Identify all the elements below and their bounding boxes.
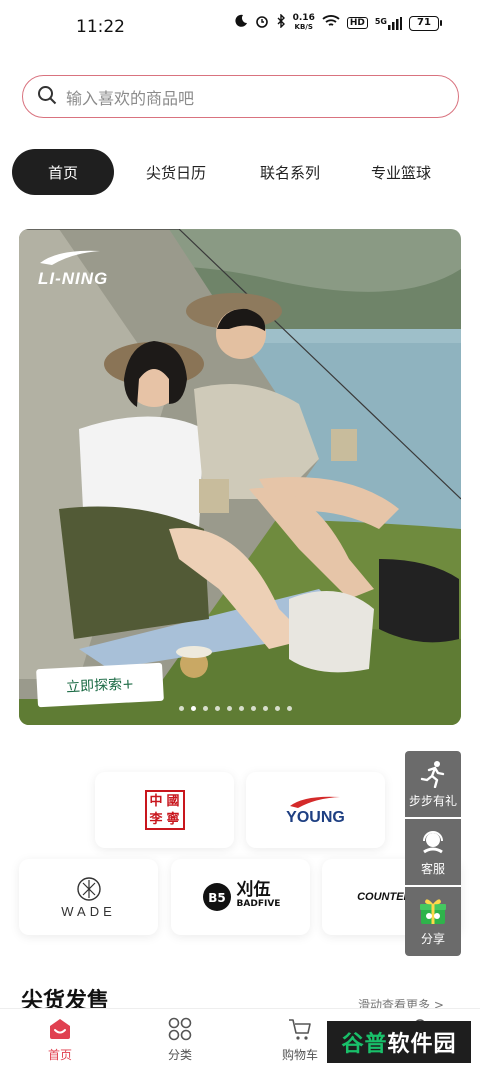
net-speed: 0.16 KB/S — [293, 14, 315, 32]
customer-service-button[interactable]: 客服 — [405, 819, 461, 885]
china-lining-logo: 中 國 李 寧 — [144, 790, 185, 830]
battery-icon: 71 — [409, 15, 442, 31]
battery-level: 71 — [409, 15, 439, 31]
seal-char: 中 — [149, 794, 163, 809]
carousel-dot[interactable] — [275, 706, 280, 711]
watermark-part2: 软件园 — [387, 1032, 457, 1057]
alarm-icon — [255, 14, 269, 32]
step-reward-button[interactable]: 步步有礼 — [405, 751, 461, 817]
carousel-dot[interactable] — [263, 706, 268, 711]
badfive-en: BADFIVE — [236, 899, 281, 909]
tab-collab-series[interactable]: 联名系列 — [238, 149, 342, 195]
search-bar[interactable]: 输入喜欢的商品吧 — [22, 75, 459, 118]
lining-swoosh-icon — [40, 250, 100, 265]
wade-logo-text: WADE — [61, 903, 116, 919]
nav-cart[interactable]: 购物车 — [270, 1017, 330, 1063]
nav-home[interactable]: 首页 — [30, 1017, 90, 1063]
hero-banner[interactable]: LI-NING 立即探索+ — [19, 229, 461, 725]
seal-char: 寧 — [166, 812, 180, 827]
tab-home[interactable]: 首页 — [12, 149, 114, 195]
share-label: 分享 — [420, 932, 445, 946]
wade-logo: WADE — [61, 876, 116, 919]
net-speed-unit: KB/S — [294, 23, 313, 31]
signal-icon: 5G — [374, 16, 402, 30]
search-placeholder: 输入喜欢的商品吧 — [66, 88, 195, 108]
search-icon — [37, 85, 66, 109]
nav-home-label: 首页 — [47, 1048, 72, 1062]
customer-service-label: 客服 — [420, 861, 445, 876]
carousel-dot[interactable] — [191, 706, 196, 711]
explore-button[interactable]: 立即探索+ — [36, 662, 164, 708]
step-reward-label: 步步有礼 — [408, 793, 457, 808]
category-tabs: 首页 尖货日历 联名系列 专业篮球 — [12, 149, 472, 195]
svg-text:B5: B5 — [208, 891, 226, 905]
carousel-dot[interactable] — [215, 706, 220, 711]
young-logo: YOUNG — [286, 793, 345, 827]
watermark-part1: 谷普 — [341, 1032, 388, 1057]
badfive-cn: 刈伍 — [236, 880, 271, 900]
carousel-dot[interactable] — [287, 706, 292, 711]
signal-label: 5G — [374, 16, 387, 26]
bluetooth-icon — [276, 13, 286, 32]
badfive-emblem-icon: B5 — [202, 883, 231, 911]
young-logo-text: YOUNG — [286, 809, 345, 826]
watermark: 谷普 软件园 — [327, 1021, 471, 1063]
brand-badfive[interactable]: B5 刈伍 BADFIVE — [171, 859, 310, 935]
carousel-dots — [179, 706, 292, 711]
lining-logo: LI-NING — [38, 247, 108, 289]
carousel-dot[interactable] — [227, 706, 232, 711]
tab-pro-basketball[interactable]: 专业篮球 — [342, 149, 460, 195]
wifi-icon — [322, 14, 340, 32]
home-icon — [50, 1019, 70, 1039]
carousel-dot[interactable] — [239, 706, 244, 711]
status-time: 11:22 — [76, 17, 125, 37]
carousel-dot[interactable] — [179, 706, 184, 711]
brand-china-lining[interactable]: 中 國 李 寧 — [95, 772, 234, 848]
share-button[interactable]: 分享 — [405, 887, 461, 956]
banner-photo — [19, 229, 461, 725]
moon-icon — [234, 14, 248, 32]
status-bar: 11:22 0.16 KB/S HD 5G 71 — [0, 0, 480, 56]
seal-char: 國 — [166, 794, 180, 809]
carousel-dot[interactable] — [203, 706, 208, 711]
gift-icon — [420, 899, 446, 924]
wade-emblem-icon — [76, 876, 101, 901]
hd-badge: HD — [346, 17, 368, 29]
seal-char: 李 — [149, 812, 163, 827]
headset-icon — [423, 830, 443, 853]
nav-category-label: 分类 — [167, 1048, 192, 1062]
nav-category[interactable]: 分类 — [150, 1017, 210, 1063]
status-icons: 0.16 KB/S HD 5G 71 — [234, 13, 442, 32]
badfive-logo: B5 刈伍 BADFIVE — [201, 880, 281, 913]
nav-cart-label: 购物车 — [281, 1048, 318, 1062]
running-icon — [420, 760, 445, 788]
young-swoosh-icon — [290, 796, 341, 808]
tab-release-calendar[interactable]: 尖货日历 — [114, 149, 238, 195]
brand-wade[interactable]: WADE — [19, 859, 158, 935]
lining-logo-text: LI-NING — [38, 269, 109, 288]
badfive-text: 刈伍 BADFIVE — [236, 880, 281, 911]
cart-icon — [289, 1019, 311, 1040]
brand-young[interactable]: YOUNG — [246, 772, 385, 848]
category-icon — [168, 1017, 192, 1041]
carousel-dot[interactable] — [251, 706, 256, 711]
net-speed-value: 0.16 — [292, 13, 315, 23]
